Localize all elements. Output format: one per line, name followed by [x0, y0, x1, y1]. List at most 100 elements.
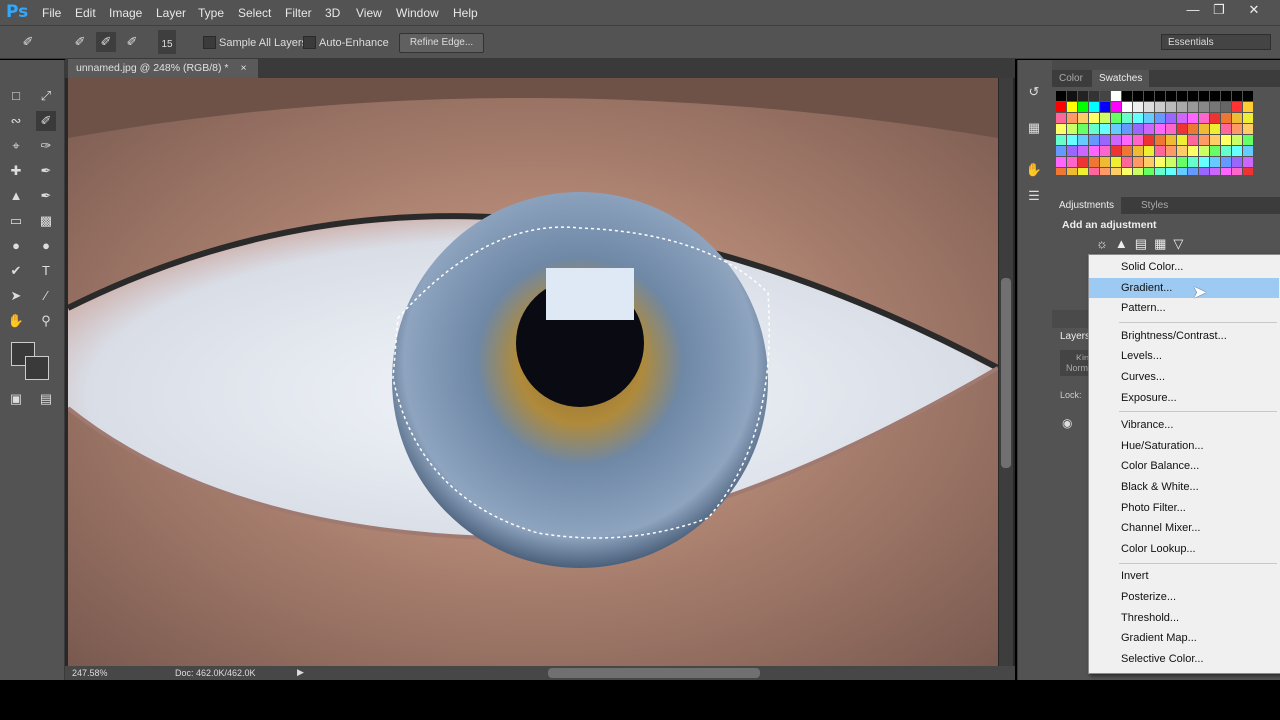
- swatch[interactable]: [1199, 168, 1209, 175]
- blend-mode-select[interactable]: Norm: [1060, 360, 1090, 376]
- tab-adjustments[interactable]: Adjustments: [1052, 197, 1122, 214]
- swatch[interactable]: [1166, 102, 1176, 112]
- swatch[interactable]: [1122, 91, 1132, 101]
- swatch[interactable]: [1100, 135, 1110, 145]
- swatch[interactable]: [1155, 146, 1165, 156]
- menu-item-color-balance[interactable]: Color Balance...: [1089, 456, 1279, 476]
- swatch[interactable]: [1144, 168, 1154, 175]
- swatch[interactable]: [1056, 168, 1066, 175]
- swatch[interactable]: [1166, 157, 1176, 167]
- swatch[interactable]: [1089, 157, 1099, 167]
- document-tab[interactable]: unnamed.jpg @ 248% (RGB/8) * ×: [68, 59, 258, 78]
- swatch[interactable]: [1100, 124, 1110, 134]
- swatch[interactable]: [1232, 113, 1242, 123]
- swatch[interactable]: [1089, 168, 1099, 175]
- tab-color[interactable]: Color: [1052, 70, 1090, 87]
- swatch[interactable]: [1210, 168, 1220, 175]
- layer-visibility-eye-icon[interactable]: ◉: [1062, 416, 1072, 430]
- swatch[interactable]: [1199, 102, 1209, 112]
- swatch[interactable]: [1155, 113, 1165, 123]
- swatch[interactable]: [1133, 91, 1143, 101]
- swatch[interactable]: [1199, 135, 1209, 145]
- swatch[interactable]: [1067, 168, 1077, 175]
- swatch[interactable]: [1188, 146, 1198, 156]
- swatch[interactable]: [1155, 168, 1165, 175]
- swatch[interactable]: [1177, 124, 1187, 134]
- swatch[interactable]: [1210, 113, 1220, 123]
- quick-selection-icon[interactable]: ✐: [36, 111, 56, 131]
- swatch[interactable]: [1078, 91, 1088, 101]
- swatch[interactable]: [1144, 102, 1154, 112]
- swatch[interactable]: [1144, 124, 1154, 134]
- swatch[interactable]: [1232, 102, 1242, 112]
- swatch[interactable]: [1089, 91, 1099, 101]
- swatch[interactable]: [1111, 91, 1121, 101]
- swatch[interactable]: [1210, 91, 1220, 101]
- swatch[interactable]: [1210, 135, 1220, 145]
- menu-item-threshold[interactable]: Threshold...: [1089, 608, 1279, 628]
- line-icon[interactable]: ∕: [36, 286, 56, 306]
- pen-icon[interactable]: ✔: [6, 261, 26, 281]
- swatch[interactable]: [1177, 157, 1187, 167]
- swatch[interactable]: [1166, 124, 1176, 134]
- swatch[interactable]: [1078, 168, 1088, 175]
- swatch[interactable]: [1188, 91, 1198, 101]
- swatch[interactable]: [1199, 124, 1209, 134]
- tab-styles[interactable]: Styles: [1134, 197, 1175, 214]
- swatch[interactable]: [1111, 168, 1121, 175]
- quick-selection-tool-preset-icon[interactable]: ✐: [18, 32, 38, 52]
- swatch[interactable]: [1166, 135, 1176, 145]
- type-icon[interactable]: T: [36, 261, 56, 281]
- workspace-select[interactable]: Essentials: [1161, 34, 1271, 50]
- menu-type[interactable]: Type: [198, 6, 224, 20]
- adjustment-icons-row[interactable]: ☼▲▤▦▽: [1096, 236, 1190, 252]
- swatch[interactable]: [1133, 157, 1143, 167]
- swatch[interactable]: [1210, 157, 1220, 167]
- swatch[interactable]: [1221, 157, 1231, 167]
- swatch[interactable]: [1111, 135, 1121, 145]
- swatch[interactable]: [1243, 124, 1253, 134]
- eraser-icon[interactable]: ▭: [6, 211, 26, 231]
- menu-item-pattern[interactable]: Pattern...: [1089, 298, 1279, 318]
- swatch[interactable]: [1078, 113, 1088, 123]
- swatch[interactable]: [1111, 146, 1121, 156]
- swatch[interactable]: [1243, 102, 1253, 112]
- auto-enhance-checkbox[interactable]: [303, 36, 316, 49]
- swatch[interactable]: [1221, 168, 1231, 175]
- history-panel-icon[interactable]: ↺: [1024, 82, 1044, 102]
- swatch[interactable]: [1221, 102, 1231, 112]
- swatch[interactable]: [1100, 91, 1110, 101]
- swatch[interactable]: [1155, 102, 1165, 112]
- swatch[interactable]: [1232, 146, 1242, 156]
- swatch[interactable]: [1089, 124, 1099, 134]
- gradient-icon[interactable]: ▩: [36, 211, 56, 231]
- menu-file[interactable]: File: [42, 6, 61, 20]
- menu-item-channel-mixer[interactable]: Channel Mixer...: [1089, 518, 1279, 538]
- menu-item-color-lookup[interactable]: Color Lookup...: [1089, 539, 1279, 559]
- menu-edit[interactable]: Edit: [75, 6, 96, 20]
- swatch[interactable]: [1199, 146, 1209, 156]
- menu-item-curves[interactable]: Curves...: [1089, 367, 1279, 387]
- menu-item-vibrance[interactable]: Vibrance...: [1089, 415, 1279, 435]
- swatch[interactable]: [1122, 146, 1132, 156]
- brush-size-picker[interactable]: 15: [158, 30, 176, 54]
- swatch[interactable]: [1155, 124, 1165, 134]
- swatch[interactable]: [1243, 113, 1253, 123]
- swatch[interactable]: [1188, 157, 1198, 167]
- swatch[interactable]: [1122, 157, 1132, 167]
- swatch[interactable]: [1188, 124, 1198, 134]
- swatch[interactable]: [1243, 146, 1253, 156]
- menu-window[interactable]: Window: [396, 6, 439, 20]
- swatch[interactable]: [1144, 91, 1154, 101]
- swatch[interactable]: [1122, 135, 1132, 145]
- menu-item-photo-filter[interactable]: Photo Filter...: [1089, 498, 1279, 518]
- swatch[interactable]: [1067, 102, 1077, 112]
- minimize-button[interactable]: —: [1182, 2, 1204, 20]
- swatch[interactable]: [1089, 135, 1099, 145]
- new-selection-icon[interactable]: ✐: [70, 32, 90, 52]
- close-tab-icon[interactable]: ×: [241, 62, 247, 74]
- swatch[interactable]: [1100, 157, 1110, 167]
- swatch[interactable]: [1122, 168, 1132, 175]
- zoom-icon[interactable]: ⚲: [36, 311, 56, 331]
- swatch[interactable]: [1067, 113, 1077, 123]
